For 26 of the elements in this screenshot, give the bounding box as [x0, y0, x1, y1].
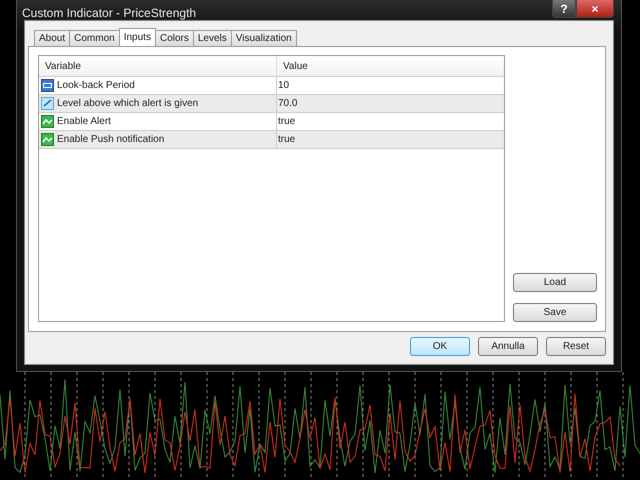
table-cell[interactable]: 10 [277, 77, 504, 94]
tab[interactable]: Common [69, 30, 120, 46]
table-cell: Look-back Period [57, 80, 135, 91]
ok-button[interactable]: OK [410, 337, 470, 356]
help-button[interactable]: ? [552, 0, 576, 18]
tab[interactable]: Colors [154, 30, 194, 46]
save-button[interactable]: Save [513, 303, 597, 322]
table-cell[interactable]: 70.0 [277, 95, 504, 112]
table-cell[interactable]: true [277, 131, 504, 148]
tab[interactable]: Inputs [118, 28, 156, 46]
tab[interactable]: Visualization [230, 30, 297, 46]
table-cell: Level above which alert is given [57, 98, 198, 109]
fraction-icon [41, 97, 54, 110]
cancel-button[interactable]: Annulla [478, 337, 538, 356]
close-button[interactable]: × [576, 0, 614, 18]
table-cell: Enable Alert [57, 116, 111, 127]
column-header[interactable]: Variable [39, 56, 277, 76]
tab[interactable]: About [34, 30, 70, 46]
tab[interactable]: Levels [192, 30, 232, 46]
table-cell: Enable Push notification [57, 134, 164, 145]
reset-button[interactable]: Reset [546, 337, 606, 356]
toggle-icon [41, 133, 54, 146]
column-header[interactable]: Value [277, 56, 504, 76]
window-title: Custom Indicator - PriceStrength [22, 6, 196, 20]
load-button[interactable]: Load [513, 273, 597, 292]
table-cell[interactable]: true [277, 113, 504, 130]
